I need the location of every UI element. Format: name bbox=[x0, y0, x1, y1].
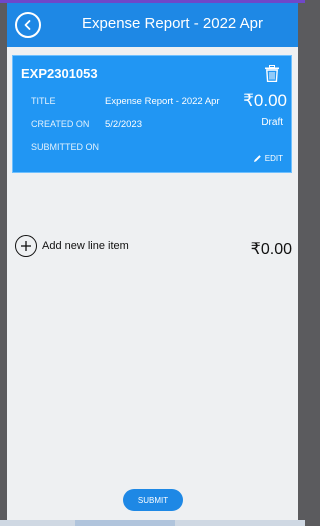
report-summary-card: EXP2301053 TITLE Expense Report - 2022 A… bbox=[12, 55, 292, 173]
submit-button[interactable]: SUBMIT bbox=[123, 489, 183, 511]
chevron-left-icon bbox=[24, 20, 31, 30]
pencil-icon bbox=[253, 155, 261, 162]
page-title: Expense Report - 2022 Apr bbox=[82, 15, 263, 32]
delete-button[interactable] bbox=[265, 65, 279, 87]
edit-button[interactable]: EDIT bbox=[253, 154, 283, 163]
plus-circle-icon bbox=[15, 235, 37, 257]
back-button[interactable] bbox=[15, 12, 41, 38]
app-header: Expense Report - 2022 Apr bbox=[7, 3, 298, 47]
status-badge: Draft bbox=[261, 117, 283, 128]
report-amount: ₹0.00 bbox=[243, 91, 287, 110]
taskbar-segment bbox=[75, 520, 175, 526]
report-id: EXP2301053 bbox=[21, 66, 98, 81]
add-line-item-label: Add new line item bbox=[42, 240, 129, 252]
edit-label: EDIT bbox=[264, 154, 283, 163]
created-on-value: 5/2/2023 bbox=[105, 119, 142, 130]
bottom-taskbar bbox=[0, 520, 305, 526]
add-line-item-button[interactable]: Add new line item bbox=[15, 235, 129, 257]
app-frame: Expense Report - 2022 Apr EXP2301053 TIT… bbox=[7, 3, 298, 520]
created-on-label: CREATED ON bbox=[31, 119, 90, 129]
title-value: Expense Report - 2022 Apr bbox=[105, 96, 220, 107]
title-label: TITLE bbox=[31, 96, 56, 106]
submitted-on-label: SUBMITTED ON bbox=[31, 142, 100, 152]
trash-icon bbox=[265, 65, 279, 83]
plus-icon bbox=[21, 241, 31, 251]
line-items-total: ₹0.00 bbox=[250, 241, 292, 258]
